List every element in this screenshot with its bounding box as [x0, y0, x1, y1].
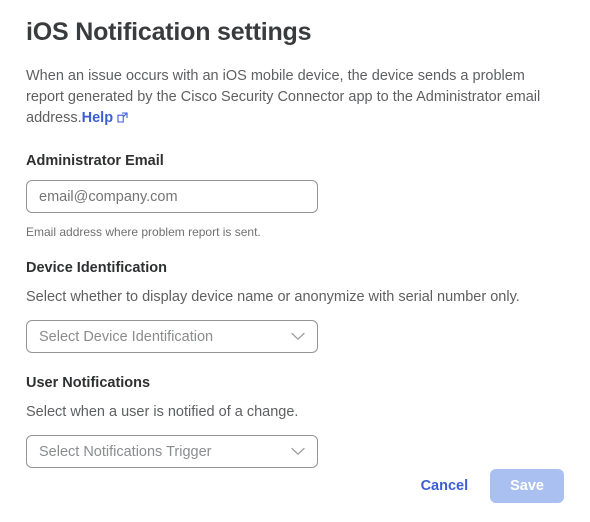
device-identification-description: Select whether to display device name or…: [26, 289, 520, 305]
user-notifications-description: Select when a user is notified of a chan…: [26, 404, 299, 420]
device-identification-select-placeholder: Select Device Identification: [39, 328, 214, 345]
chevron-down-icon: [291, 332, 305, 341]
device-identification-label: Device Identification: [26, 260, 168, 276]
administrator-email-label: Administrator Email: [26, 153, 164, 169]
administrator-email-helper-text: Email address where problem report is se…: [26, 225, 261, 239]
user-notifications-field-group: User Notifications Select when a user is…: [26, 353, 564, 468]
help-link[interactable]: Help: [82, 110, 128, 126]
intro-description: When an issue occurs with an iOS mobile …: [26, 48, 566, 129]
external-link-icon: [117, 112, 128, 123]
user-notifications-label: User Notifications: [26, 375, 151, 391]
user-notifications-select[interactable]: Select Notifications Trigger: [26, 435, 318, 468]
form-actions: Cancel Save: [415, 469, 564, 503]
save-button[interactable]: Save: [490, 469, 564, 503]
help-link-label: Help: [81, 110, 114, 126]
page-title: iOS Notification settings: [26, 18, 312, 46]
ios-notification-settings-panel: iOS Notification settings When an issue …: [0, 0, 590, 522]
device-identification-select[interactable]: Select Device Identification: [26, 320, 318, 353]
administrator-email-field-group: Administrator Email Email address where …: [26, 129, 564, 240]
administrator-email-input[interactable]: [26, 180, 318, 213]
chevron-down-icon: [291, 447, 305, 456]
cancel-button[interactable]: Cancel: [415, 470, 475, 502]
device-identification-field-group: Device Identification Select whether to …: [26, 240, 564, 353]
user-notifications-select-placeholder: Select Notifications Trigger: [39, 443, 212, 460]
